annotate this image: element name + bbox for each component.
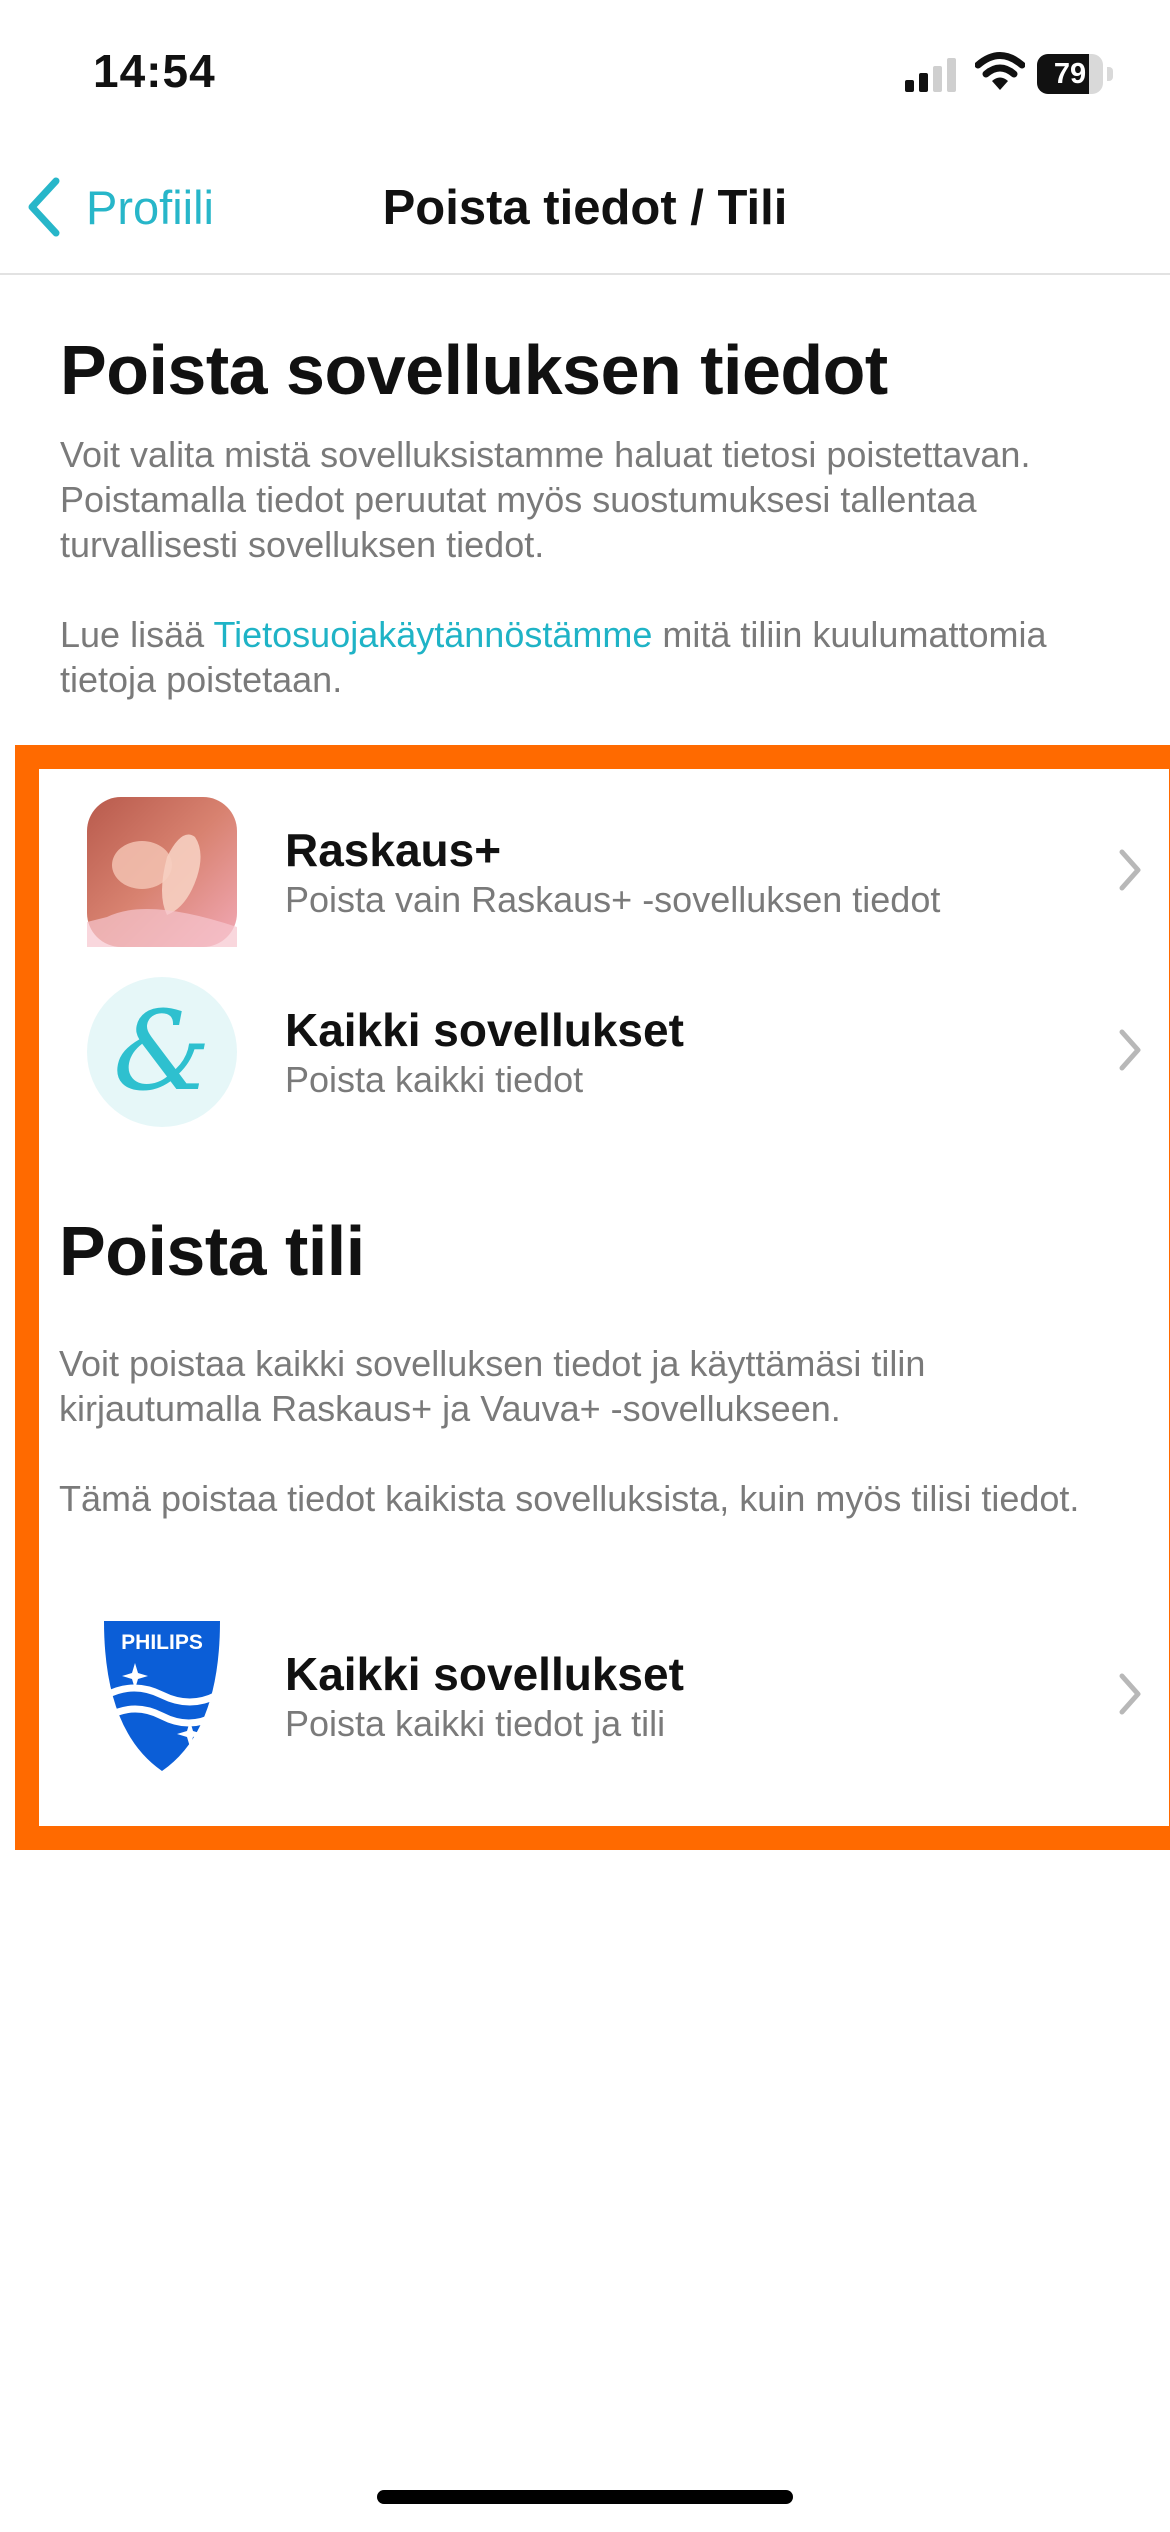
battery-percent: 79 <box>1053 58 1087 90</box>
delete-account-note: Tämä poistaa tiedot kaikista sovelluksis… <box>59 1478 1080 1519</box>
all-apps-row-subtitle: Poista kaikki tiedot <box>285 1059 584 1100</box>
delete-account-description: Voit poistaa kaikki sovelluksen tiedot j… <box>59 1343 926 1429</box>
delete-account-title: Poista tili <box>59 1212 365 1290</box>
navigation-bar: Profiili Poista tiedot / Tili <box>0 150 1170 275</box>
read-more-text: Lue lisää Tietosuojakäytännöstämme mitä … <box>60 612 1110 702</box>
raskaus-row-title: Raskaus+ <box>285 824 502 876</box>
home-indicator[interactable] <box>377 2490 793 2504</box>
cellular-signal-icon <box>905 58 956 92</box>
page-title: Poista tiedot / Tili <box>382 181 788 235</box>
delete-data-section: Poista sovelluksen tiedot Voit valita mi… <box>60 330 1110 702</box>
philips-shield-logo: PHILIPS <box>104 1621 220 1771</box>
status-bar: 14:54 79 <box>0 0 1170 150</box>
battery-icon: 79 <box>1037 54 1113 94</box>
svg-text:&: & <box>113 987 211 1115</box>
raskaus-delete-row[interactable]: Raskaus+ Poista vain Raskaus+ -sovelluks… <box>87 797 1159 947</box>
philips-logo-text: PHILIPS <box>121 1631 203 1654</box>
delete-account-row[interactable]: PHILIPS Kaikki sovellukset Poista kaikki… <box>87 1621 1159 1771</box>
delete-data-description: Voit valita mistä sovelluksistamme halua… <box>60 434 1031 565</box>
raskaus-app-icon <box>87 797 237 947</box>
chevron-right-icon <box>1119 849 1141 891</box>
all-apps-delete-row[interactable]: & Kaikki sovellukset Poista kaikki tiedo… <box>87 977 1159 1127</box>
delete-options-highlight: Raskaus+ Poista vain Raskaus+ -sovelluks… <box>15 745 1170 1850</box>
wifi-icon <box>975 52 1025 90</box>
privacy-policy-link[interactable]: Tietosuojakäytännöstämme <box>213 614 652 655</box>
ampersand-app-icon: & <box>87 977 237 1127</box>
read-more-prefix: Lue lisää <box>60 614 214 655</box>
status-time: 14:54 <box>93 45 216 97</box>
chevron-right-icon <box>1119 1029 1141 1071</box>
raskaus-row-subtitle: Poista vain Raskaus+ -sovelluksen tiedot <box>285 879 941 920</box>
account-row-subtitle: Poista kaikki tiedot ja tili <box>285 1703 666 1744</box>
account-row-title: Kaikki sovellukset <box>285 1648 684 1700</box>
all-apps-row-title: Kaikki sovellukset <box>285 1004 684 1056</box>
chevron-right-icon <box>1119 1673 1141 1715</box>
delete-data-title: Poista sovelluksen tiedot <box>60 331 888 409</box>
